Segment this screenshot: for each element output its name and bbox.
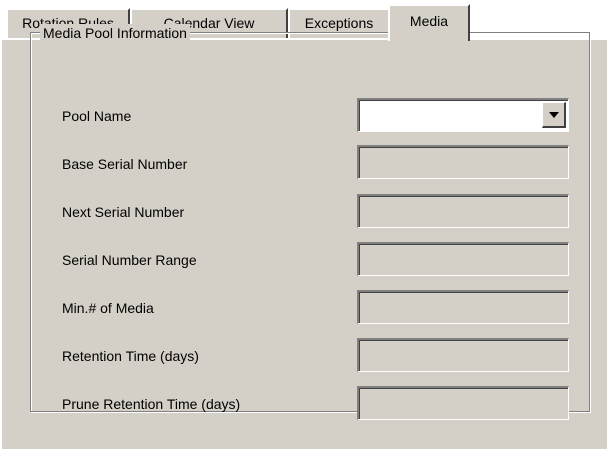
chevron-down-icon	[548, 111, 559, 118]
dropdown-button[interactable]	[542, 102, 566, 128]
pool-name-dropdown[interactable]	[357, 98, 569, 132]
retention-time-field[interactable]	[357, 338, 569, 372]
retention-time-label: Retention Time (days)	[62, 348, 199, 364]
tab-label: Media	[409, 13, 449, 29]
prune-retention-time-label: Prune Retention Time (days)	[62, 396, 241, 412]
next-serial-number-field[interactable]	[357, 194, 569, 228]
tab-media[interactable]: Media	[388, 4, 470, 41]
groupbox-title: Media Pool Information	[40, 24, 190, 42]
min-media-label: Min.# of Media	[62, 300, 154, 316]
serial-number-range-label: Serial Number Range	[62, 252, 197, 268]
prune-retention-time-field[interactable]	[357, 386, 569, 420]
serial-number-range-field[interactable]	[357, 242, 569, 276]
min-media-field[interactable]	[357, 290, 569, 324]
tab-label: Exceptions	[304, 15, 374, 31]
base-serial-number-label: Base Serial Number	[62, 156, 188, 172]
pool-name-label: Pool Name	[62, 108, 132, 124]
base-serial-number-field[interactable]	[357, 145, 569, 179]
next-serial-number-label: Next Serial Number	[62, 204, 185, 220]
